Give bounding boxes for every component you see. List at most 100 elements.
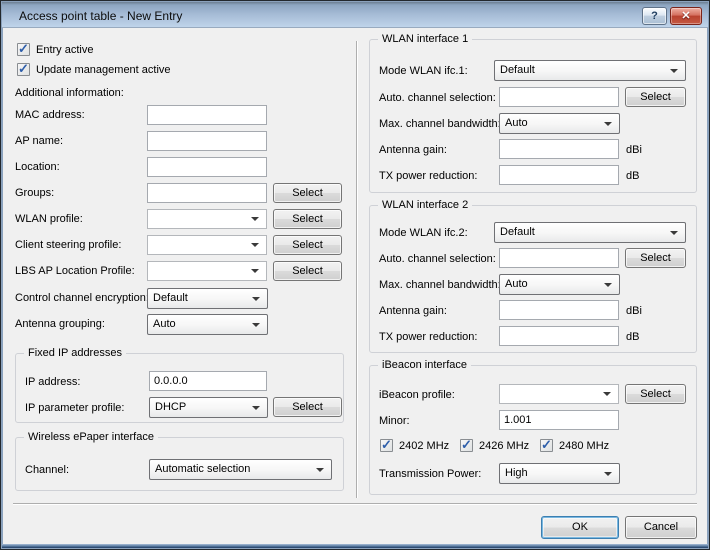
wlan2-auto-channel-label: Auto. channel selection: <box>379 252 496 266</box>
wlan2-group-title: WLAN interface 2 <box>378 198 472 213</box>
dropdown-arrow-icon <box>604 122 612 126</box>
additional-information-label: Additional information: <box>15 86 124 100</box>
wlan-profile-combo[interactable] <box>147 209 267 229</box>
groups-select-button[interactable]: Select <box>273 183 342 203</box>
antenna-grouping-dropdown[interactable]: Auto <box>147 314 268 335</box>
client-steering-combo[interactable] <box>147 235 267 255</box>
freq-2402-label: 2402 MHz <box>399 439 449 453</box>
window-frame-bottom <box>2 544 708 548</box>
freq-2426-label: 2426 MHz <box>479 439 529 453</box>
ip-parameter-select-button[interactable]: Select <box>273 397 342 417</box>
wlan1-auto-channel-select-button[interactable]: Select <box>625 87 686 107</box>
client-steering-label: Client steering profile: <box>15 238 121 252</box>
wlan1-max-bandwidth-dropdown[interactable]: Auto <box>499 113 620 134</box>
epaper-channel-dropdown[interactable]: Automatic selection <box>149 459 332 480</box>
wlan1-mode-label: Mode WLAN ifc.1: <box>379 64 468 78</box>
wlan-profile-label: WLAN profile: <box>15 212 83 226</box>
wlan2-antenna-gain-input[interactable] <box>499 300 619 320</box>
dropdown-arrow-icon <box>316 468 324 472</box>
help-button[interactable]: ? <box>642 7 667 25</box>
wlan1-group-title: WLAN interface 1 <box>378 32 472 47</box>
freq-2480-checkbox[interactable]: ✓ <box>540 439 553 452</box>
wlan1-mode-dropdown[interactable]: Default <box>494 60 686 81</box>
wlan2-tx-power-input[interactable] <box>499 326 619 346</box>
wlan1-tx-power-unit: dB <box>626 169 639 183</box>
control-channel-encryption-label: Control channel encryption: <box>15 291 149 305</box>
wlan1-auto-channel-input[interactable] <box>499 87 619 107</box>
wlan2-antenna-gain-label: Antenna gain: <box>379 304 447 318</box>
wlan2-tx-power-unit: dB <box>626 330 639 344</box>
transmission-power-label: Transmission Power: <box>379 467 481 481</box>
ibeacon-profile-combo[interactable] <box>499 384 619 404</box>
minor-label: Minor: <box>379 414 410 428</box>
lbs-profile-label: LBS AP Location Profile: <box>15 264 135 278</box>
dropdown-arrow-icon <box>670 69 678 73</box>
dropdown-arrow-icon <box>252 297 260 301</box>
ap-name-input[interactable] <box>147 131 267 151</box>
groups-input[interactable] <box>147 183 267 203</box>
wlan1-max-bandwidth-label: Max. channel bandwidth: <box>379 117 501 131</box>
dropdown-arrow-icon <box>252 323 260 327</box>
dropdown-arrow-icon <box>251 269 259 273</box>
dropdown-arrow-icon <box>603 392 611 396</box>
title-bar: Access point table - New Entry ? ✕ <box>2 2 708 28</box>
update-management-checkbox[interactable]: ✓ <box>17 63 30 76</box>
wlan2-mode-label: Mode WLAN ifc.2: <box>379 226 468 240</box>
location-input[interactable] <box>147 157 267 177</box>
checkmark-icon: ✓ <box>381 437 392 453</box>
location-label: Location: <box>15 160 60 174</box>
wlan2-max-bandwidth-dropdown[interactable]: Auto <box>499 274 620 295</box>
mac-address-input[interactable] <box>147 105 267 125</box>
wlan2-max-bandwidth-label: Max. channel bandwidth: <box>379 278 501 292</box>
control-channel-encryption-dropdown[interactable]: Default <box>147 288 268 309</box>
checkmark-icon: ✓ <box>18 61 29 77</box>
ip-address-label: IP address: <box>25 375 80 389</box>
dropdown-arrow-icon <box>251 243 259 247</box>
wlan1-antenna-gain-label: Antenna gain: <box>379 143 447 157</box>
window-title: Access point table - New Entry <box>19 9 182 23</box>
dropdown-arrow-icon <box>670 231 678 235</box>
wlan1-tx-power-input[interactable] <box>499 165 619 185</box>
ibeacon-group-title: iBeacon interface <box>378 358 471 373</box>
wlan-profile-select-button[interactable]: Select <box>273 209 342 229</box>
cancel-button[interactable]: Cancel <box>625 516 697 539</box>
groups-label: Groups: <box>15 186 54 200</box>
ibeacon-profile-select-button[interactable]: Select <box>625 384 686 404</box>
ok-button[interactable]: OK <box>541 516 619 539</box>
client-steering-select-button[interactable]: Select <box>273 235 342 255</box>
ip-parameter-profile-label: IP parameter profile: <box>25 401 124 415</box>
entry-active-label: Entry active <box>36 43 93 57</box>
dropdown-arrow-icon <box>252 406 260 410</box>
ip-parameter-profile-dropdown[interactable]: DHCP <box>149 397 268 418</box>
dropdown-arrow-icon <box>251 217 259 221</box>
freq-2426-checkbox[interactable]: ✓ <box>460 439 473 452</box>
entry-active-checkbox[interactable]: ✓ <box>17 43 30 56</box>
close-button[interactable]: ✕ <box>670 7 702 25</box>
column-separator <box>356 41 358 498</box>
update-management-label: Update management active <box>36 63 171 77</box>
checkmark-icon: ✓ <box>18 41 29 57</box>
dropdown-arrow-icon <box>604 283 612 287</box>
wlan2-auto-channel-select-button[interactable]: Select <box>625 248 686 268</box>
channel-label: Channel: <box>25 463 69 477</box>
mac-address-label: MAC address: <box>15 108 85 122</box>
wlan2-tx-power-label: TX power reduction: <box>379 330 477 344</box>
ip-address-input[interactable] <box>149 371 267 391</box>
wlan2-mode-dropdown[interactable]: Default <box>494 222 686 243</box>
wlan1-auto-channel-label: Auto. channel selection: <box>379 91 496 105</box>
wlan1-antenna-gain-input[interactable] <box>499 139 619 159</box>
ap-name-label: AP name: <box>15 134 63 148</box>
fixed-ip-group-title: Fixed IP addresses <box>24 346 126 361</box>
freq-2402-checkbox[interactable]: ✓ <box>380 439 393 452</box>
lbs-profile-combo[interactable] <box>147 261 267 281</box>
wlan2-auto-channel-input[interactable] <box>499 248 619 268</box>
epaper-group-title: Wireless ePaper interface <box>24 430 158 445</box>
wlan2-antenna-gain-unit: dBi <box>626 304 642 318</box>
minor-input[interactable] <box>499 410 619 430</box>
lbs-profile-select-button[interactable]: Select <box>273 261 342 281</box>
close-icon: ✕ <box>681 10 690 22</box>
dropdown-arrow-icon <box>604 472 612 476</box>
freq-2480-label: 2480 MHz <box>559 439 609 453</box>
transmission-power-dropdown[interactable]: High <box>499 463 620 484</box>
ibeacon-profile-label: iBeacon profile: <box>379 388 455 402</box>
